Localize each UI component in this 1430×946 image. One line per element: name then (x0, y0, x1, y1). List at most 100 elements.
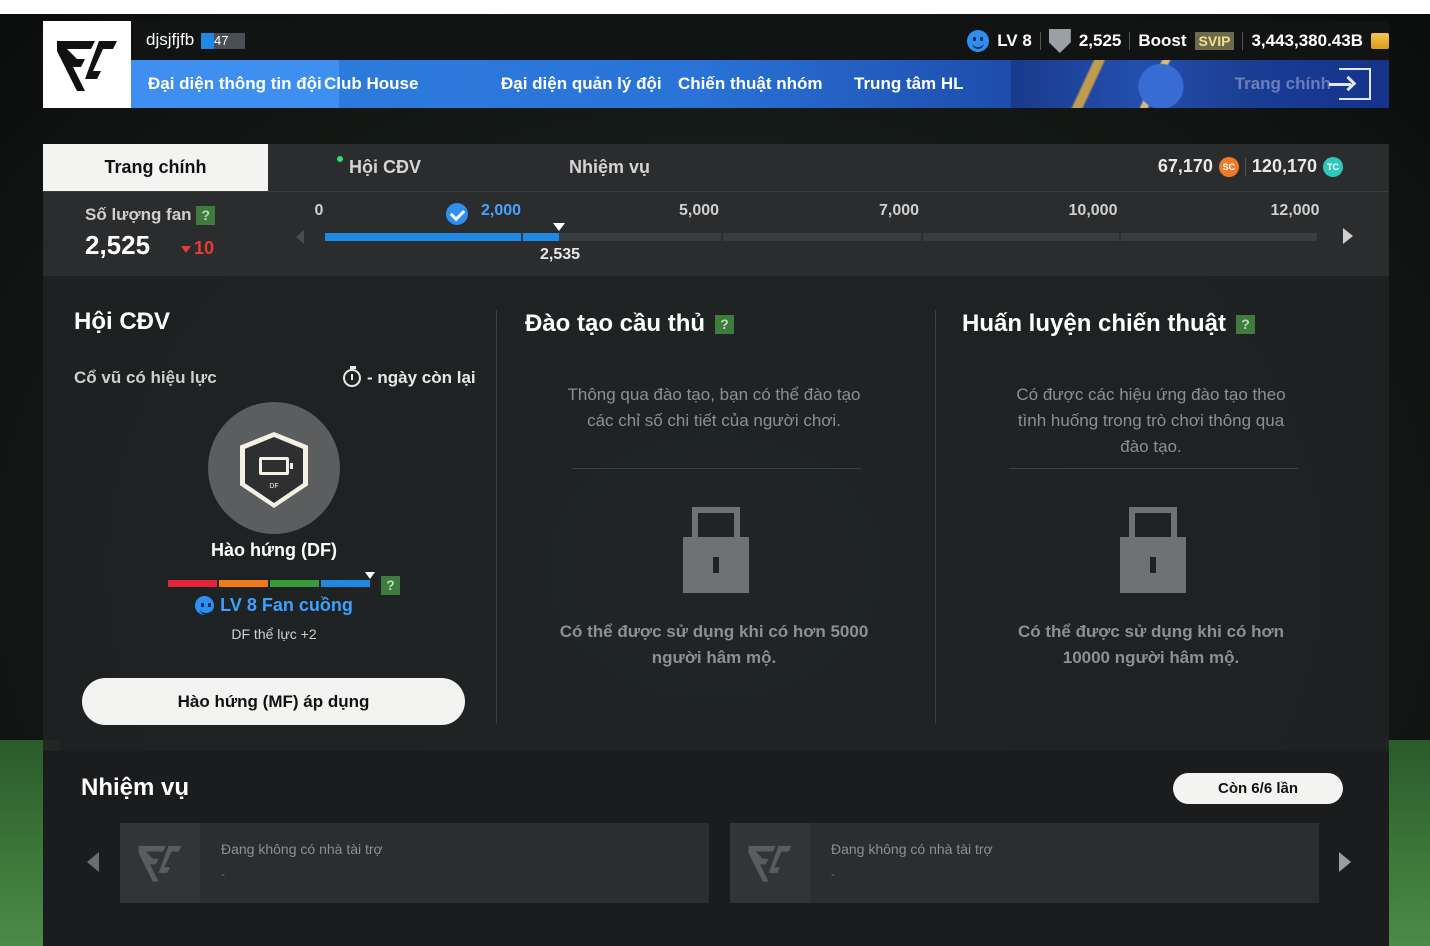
sc-amount: 67,170 (1157, 156, 1213, 176)
missions-next-arrow[interactable] (1339, 852, 1351, 872)
missions-title: Nhiệm vụ (81, 774, 190, 801)
sponsor-text: Đang không có nhà tài trợ (831, 841, 993, 857)
scroll-right-arrow[interactable] (1343, 228, 1353, 244)
main-nav: Đại diện thông tin đội Club House Đại di… (131, 60, 1389, 108)
training-desc-line: Thông qua đào tạo, bạn có thể đào tạo (567, 385, 861, 404)
nav-home[interactable]: Trang chính (1235, 60, 1331, 108)
mood-bar (168, 580, 372, 587)
tactics-title: Huấn luyện chiến thuật? (962, 310, 1256, 338)
check-icon (446, 203, 468, 225)
header-bar: djsjfjfb 47 LV 8 2,525 Boost SVIP 3,443,… (131, 21, 1389, 60)
tab-missions[interactable]: Nhiệm vụ (569, 144, 650, 191)
segment-gap (921, 233, 923, 241)
current-fan-marker (553, 223, 565, 231)
help-icon[interactable]: ? (196, 206, 216, 226)
scroll-left-arrow[interactable] (296, 230, 304, 244)
help-icon[interactable]: ? (715, 315, 735, 335)
coin-stack-icon (1371, 33, 1389, 49)
mood-segment (321, 580, 370, 587)
milestone-tick: 5,000 (678, 202, 720, 219)
sponsor-logo (120, 823, 200, 903)
milestone-tick: 12,000 (1270, 202, 1320, 219)
exit-icon[interactable] (1329, 68, 1371, 100)
remaining-attempts-button[interactable]: Còn 6/6 lần (1173, 773, 1343, 804)
boost-label[interactable]: Boost (1138, 31, 1186, 51)
fan-count-label: Số lượng fan ? (85, 205, 216, 226)
badge-position: DF (269, 483, 279, 490)
separator-line (572, 468, 861, 469)
milestone-tick: 2,000 (480, 202, 522, 219)
smile-icon (195, 596, 215, 615)
fan-level-text: LV 8 Fan cuồng (220, 595, 353, 615)
tc-amount: 120,170 (1251, 156, 1317, 176)
lock-icon (683, 507, 749, 593)
missions-prev-arrow[interactable] (87, 852, 99, 872)
tactics-locked-line: 10000 người hâm mộ. (1062, 648, 1240, 667)
separator-line (1009, 468, 1298, 469)
current-fan-value: 2,535 (539, 246, 581, 263)
lock-icon (1120, 507, 1186, 593)
mood-segment (270, 580, 319, 587)
svip-badge[interactable]: SVIP (1194, 32, 1235, 50)
tc-coin-icon: TC (1323, 156, 1343, 177)
nav-team-manager[interactable]: Đại diện quản lý đội (501, 60, 662, 108)
currency-display: 67,170 SC 120,170 TC (1158, 156, 1343, 177)
training-title: Đào tạo cầu thủ? (525, 310, 735, 338)
training-locked-message: Có thể được sử dụng khi có hơn 5000 ngườ… (546, 619, 882, 671)
fan-progress-track (325, 233, 1317, 241)
tactics-locked-message: Có thể được sử dụng khi có hơn 10000 ngư… (983, 619, 1319, 671)
column-divider (496, 310, 497, 724)
fc-logo-icon (748, 845, 792, 882)
separator (1242, 32, 1244, 50)
fc-logo-icon (138, 845, 182, 882)
tactics-desc-line: Có được các hiệu ứng đào tạo theo (1016, 385, 1286, 404)
help-icon[interactable]: ? (1236, 315, 1256, 335)
missions-section: Nhiệm vụ Còn 6/6 lần Đang không có nhà t… (43, 751, 1389, 946)
fan-count-label-text: Số lượng fan (85, 205, 192, 224)
nav-training-center[interactable]: Trung tâm HL (854, 60, 964, 108)
mood-segment (219, 580, 268, 587)
training-desc-line: các chỉ số chi tiết của người chơi. (587, 411, 841, 430)
header-stats: LV 8 2,525 Boost SVIP 3,443,380.43B (967, 28, 1389, 54)
column-divider (935, 310, 936, 724)
segment-gap (1119, 233, 1121, 241)
timer-icon (343, 366, 361, 387)
supporters-title: Hội CĐV (74, 308, 170, 335)
mood-segment (168, 580, 217, 587)
lock-keyhole (713, 557, 719, 573)
sponsor-text: Đang không có nhà tài trợ (221, 841, 383, 857)
separator (1129, 32, 1131, 50)
balance: 3,443,380.43B (1251, 31, 1363, 50)
training-locked-line: người hâm mộ. (651, 648, 777, 667)
nav-club-house[interactable]: Club House (324, 60, 418, 108)
apply-mood-button[interactable]: Hào hứng (MF) áp dụng (82, 678, 465, 725)
fc-logo-icon (57, 40, 117, 91)
mood-badge[interactable]: DF (208, 402, 340, 534)
nav-team-info[interactable]: Đại diện thông tin đội (131, 60, 339, 108)
training-locked-line: Có thể được sử dụng khi có hơn 5000 (559, 622, 869, 641)
tab-supporters[interactable]: Hội CĐV (349, 144, 421, 191)
top-strip (0, 0, 1430, 14)
nav-team-tactics[interactable]: Chiến thuật nhóm (678, 60, 822, 108)
tab-home[interactable]: Trang chính (43, 144, 268, 191)
days-left-text: - ngày còn lại (367, 368, 476, 387)
sc-coin-icon: SC (1218, 156, 1239, 177)
separator (1039, 32, 1041, 50)
mood-name: Hào hứng (DF) (210, 540, 337, 560)
help-icon[interactable]: ? (381, 576, 400, 595)
fan-progress-fill (325, 233, 521, 241)
tactics-description: Có được các hiệu ứng đào tạo theo tình h… (983, 382, 1319, 460)
fan-level-text: LV 8 (997, 31, 1032, 50)
fc-logo[interactable] (43, 21, 131, 108)
player-level-badge: 47 (201, 33, 245, 49)
training-title-text: Đào tạo cầu thủ (525, 310, 706, 337)
sponsor-card[interactable]: Đang không có nhà tài trợ - (730, 823, 1319, 903)
notification-dot (337, 156, 343, 162)
shield-icon (1048, 29, 1071, 53)
sponsor-card[interactable]: Đang không có nhà tài trợ - (120, 823, 709, 903)
fan-progress-fill (523, 233, 559, 241)
tab-bar: Trang chính Hội CĐV Nhiệm vụ 67,170 SC 1… (43, 144, 1389, 191)
mood-marker (365, 572, 375, 579)
sponsor-subtext: - (221, 867, 225, 881)
fan-count-delta: 10 (181, 238, 214, 259)
